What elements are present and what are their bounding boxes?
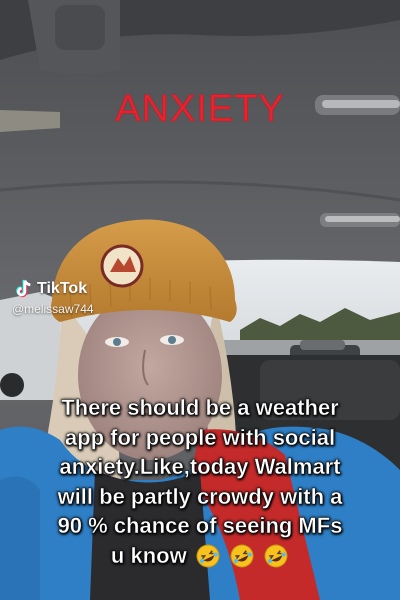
caption-line: anxiety.Like,today Walmart (59, 454, 341, 479)
caption-line: app for people with social (64, 424, 336, 450)
caption-line: There should be a weather (61, 395, 339, 420)
tiktok-watermark: TikTok @melissaw744 (12, 278, 94, 316)
anxiety-title: ANXIETY (115, 88, 285, 131)
tiktok-brand: TikTok (37, 280, 88, 297)
caption-line: will be partly crowdy with a (57, 483, 343, 509)
tiktok-logo-icon (16, 279, 31, 298)
rolling-laughing-emoji-icon (230, 544, 254, 567)
caption-line: u know (110, 542, 187, 568)
creator-handle: @melissaw744 (12, 302, 94, 316)
caption-line: 90 % chance of seeing MFs (57, 513, 343, 538)
rolling-laughing-emoji-icon (196, 544, 220, 567)
caption-line-last: u know (6, 541, 394, 571)
rolling-laughing-emoji-icon (264, 544, 288, 567)
caption-text: There should be a weather app for people… (6, 393, 394, 570)
